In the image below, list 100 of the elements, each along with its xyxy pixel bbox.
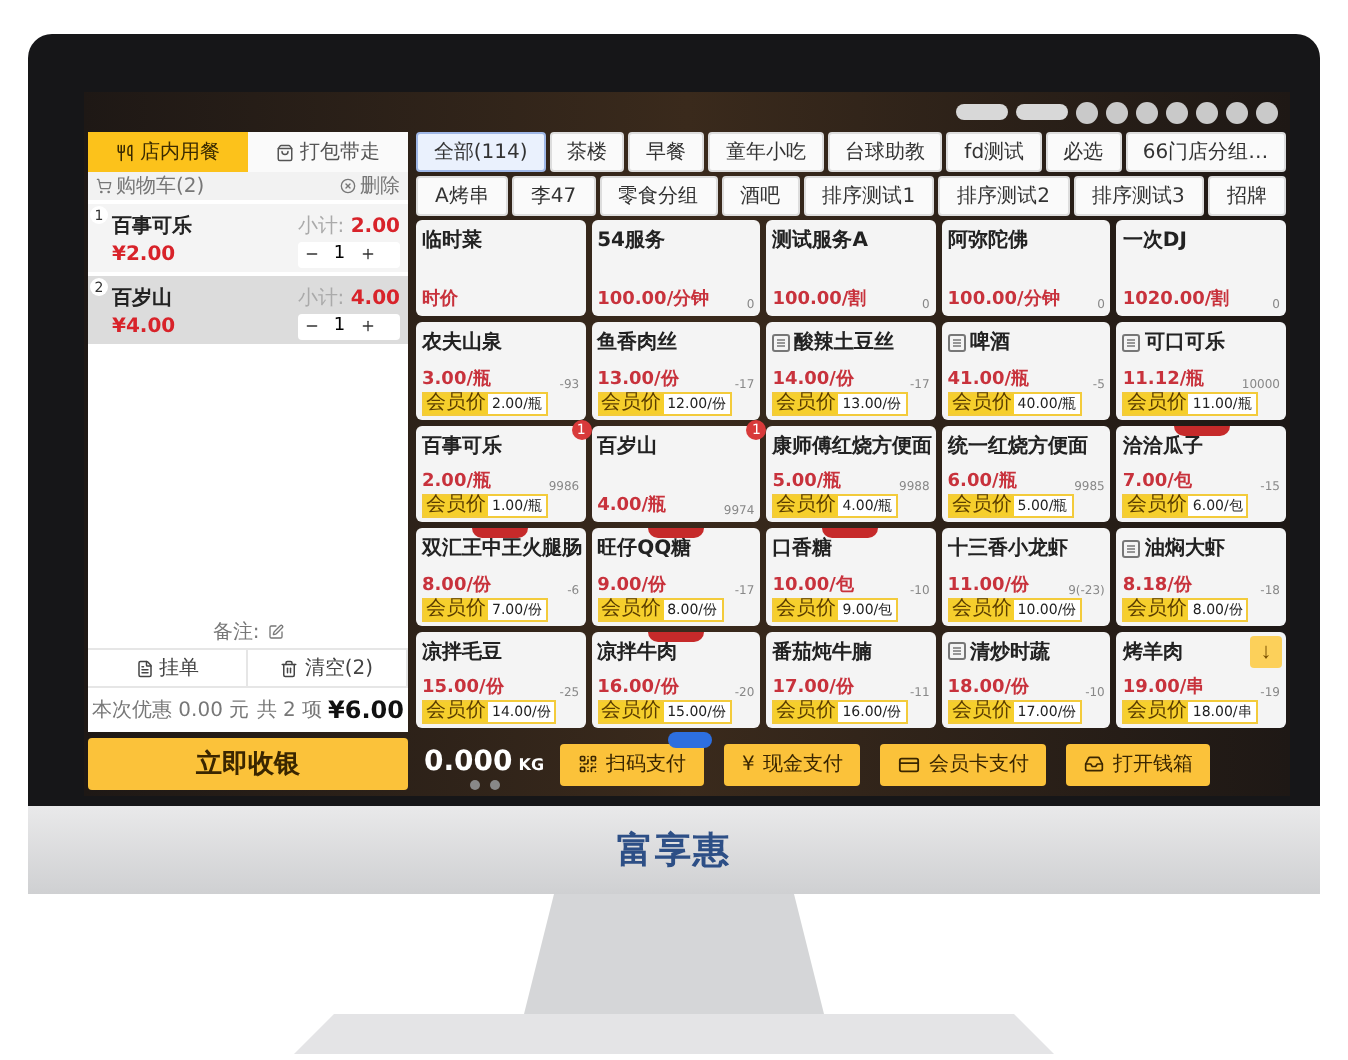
list-square-icon [1122, 333, 1141, 352]
toolbar-round-icon[interactable] [1256, 101, 1278, 123]
product-name: 双汇王中王火腿肠 [422, 535, 582, 563]
product-price: 3.00/瓶 [422, 367, 491, 392]
product-price: 14.00/份 [772, 367, 854, 392]
product-name: 统一红烧方便面 [947, 432, 1088, 460]
product-price: 100.00/割 [772, 286, 867, 313]
list-square-icon [772, 333, 791, 352]
product-price: 时价 [422, 286, 458, 313]
category-tab[interactable]: fd测试 [946, 132, 1042, 172]
category-tab[interactable]: 66门店分组… [1125, 132, 1286, 172]
category-tab[interactable]: 零食分组 [599, 176, 718, 216]
product-name: 农夫山泉 [422, 329, 502, 357]
product-price: 19.00/串 [1122, 674, 1205, 700]
product-name: 酸辣土豆丝 [772, 328, 895, 357]
category-tab[interactable]: 排序测试1 [803, 176, 935, 216]
payment-button[interactable]: 会员卡支付 [880, 743, 1047, 785]
cart-icon [96, 178, 112, 194]
trash-icon [280, 659, 299, 677]
product-name: 百岁山 [597, 433, 658, 460]
category-tab[interactable]: 排序测试2 [938, 176, 1070, 216]
category-tab[interactable]: 必选 [1045, 132, 1122, 172]
quantity-value: 1 [331, 244, 348, 264]
category-tab[interactable]: 排序测试3 [1073, 176, 1204, 216]
product-price: 100.00/分钟 [597, 287, 710, 313]
plus-icon [359, 318, 376, 334]
item-price: ¥4.00 [112, 315, 178, 337]
list-square-icon [947, 642, 966, 661]
checkout-button[interactable]: 立即收银 [88, 738, 408, 790]
product-price: 9.00/份 [597, 573, 667, 598]
product-name: 啤酒 [947, 328, 1010, 357]
document-icon [135, 659, 153, 677]
product-name: 凉拌牛肉 [597, 638, 678, 666]
category-tab[interactable]: 酒吧 [721, 176, 800, 216]
category-tab[interactable]: 招牌 [1207, 176, 1286, 216]
category-tab[interactable]: 台球助教 [827, 132, 943, 172]
delete-link[interactable]: 删除 [360, 172, 400, 200]
item-subtotal: 小计: 2.00 [297, 213, 400, 239]
bag-icon [276, 143, 294, 161]
product-price: 1020.00/割 [1122, 286, 1230, 313]
product-name: 凉拌毛豆 [422, 638, 502, 666]
item-count: 共 2 项 [256, 697, 323, 724]
product-price: 8.18/份 [1122, 573, 1192, 598]
order-total: ¥6.00 [328, 696, 404, 724]
product-name: 54服务 [597, 227, 666, 254]
product-name: 临时菜 [422, 227, 482, 254]
category-tab[interactable]: 茶楼 [549, 132, 625, 172]
weight-unit: KG [518, 755, 545, 773]
toolbar-round-icon[interactable] [1136, 101, 1158, 123]
product-price: 13.00/份 [597, 367, 679, 392]
toolbar-round-icon[interactable] [1166, 101, 1188, 123]
product-name: 油焖大虾 [1122, 534, 1225, 563]
product-price: 4.00/瓶 [597, 493, 667, 519]
product-price: 6.00/瓶 [947, 469, 1017, 494]
product-name: 康师傅红烧方便面 [772, 432, 933, 460]
drawer-icon [1084, 754, 1105, 774]
product-price: 8.00/份 [422, 573, 491, 598]
category-tab[interactable]: A烤串 [416, 176, 508, 216]
product-price: 17.00/份 [772, 675, 854, 700]
product-price: 7.00/包 [1122, 469, 1192, 494]
toolbar-round-icon[interactable] [1076, 101, 1098, 123]
product-price: 100.00/分钟 [947, 287, 1060, 313]
payment-button[interactable]: 打开钱箱 [1066, 743, 1211, 785]
category-tab[interactable]: 早餐 [628, 132, 704, 172]
qr-code-icon [578, 754, 598, 774]
product-card[interactable]: 临时菜 时价 [416, 220, 586, 317]
product-price: 11.00/份 [947, 573, 1030, 598]
edit-icon[interactable] [267, 624, 284, 640]
payment-button[interactable]: 扫码支付 [560, 743, 704, 785]
discount-text: 本次优惠 0.00 元 [92, 697, 250, 724]
toolbar-round-icon[interactable] [1226, 101, 1248, 123]
card-icon [898, 753, 921, 775]
item-name: 百岁山 [112, 285, 174, 311]
remark-label: 备注: [212, 619, 260, 646]
order-type-tab[interactable]: 打包带走 [248, 132, 408, 172]
scroll-down-button[interactable]: ↓ [1249, 635, 1282, 668]
product-price: 11.12/瓶 [1122, 367, 1205, 392]
toolbar-round-icon[interactable] [1106, 101, 1128, 123]
product-name: 一次DJ [1122, 227, 1187, 254]
category-tab[interactable]: 童年小吃 [707, 132, 824, 172]
product-name: 烤羊肉 [1122, 639, 1183, 666]
payment-button[interactable]: ¥ 现金支付 [724, 743, 861, 785]
quantity-value: 1 [331, 316, 348, 336]
product-name: 口香糖 [772, 535, 833, 563]
yen-icon: ¥ [742, 753, 755, 775]
item-price: ¥2.00 [112, 243, 178, 265]
weight-value: 0.000 [423, 745, 513, 777]
product-name: 鱼香肉丝 [597, 329, 678, 357]
order-type-tab[interactable]: 店内用餐 [88, 132, 248, 172]
category-tab[interactable]: 李47 [511, 176, 596, 216]
list-square-icon [1122, 539, 1141, 558]
product-name: 清炒时蔬 [947, 637, 1050, 666]
product-price: 41.00/瓶 [947, 367, 1030, 392]
product-price: 2.00/瓶 [422, 469, 491, 494]
status-pill-icon [1016, 104, 1068, 120]
item-name: 百事可乐 [112, 213, 194, 239]
category-tab[interactable]: 全部(114) [416, 132, 546, 172]
product-price: 5.00/瓶 [772, 469, 842, 494]
toolbar-round-icon[interactable] [1196, 101, 1218, 123]
brand-logo: 富享惠 [617, 828, 731, 874]
